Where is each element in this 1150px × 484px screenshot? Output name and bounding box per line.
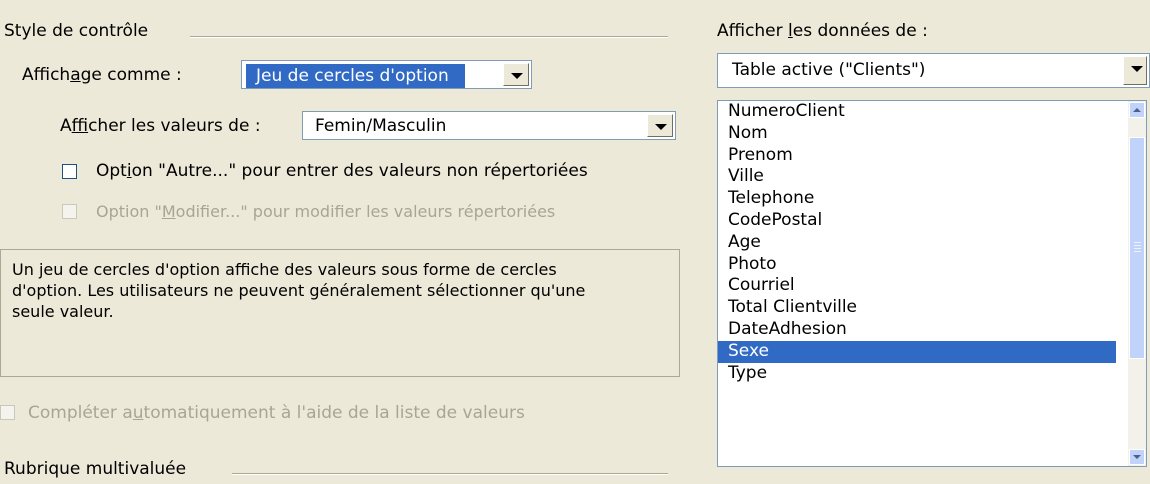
table-value: Table active ("Clients") — [732, 60, 926, 80]
list-item[interactable]: Prenom — [718, 145, 1116, 167]
list-item[interactable]: Total Clientville — [718, 297, 1116, 319]
list-item[interactable]: Ville — [718, 166, 1116, 188]
scroll-thumb[interactable] — [1129, 137, 1145, 359]
list-item[interactable]: Photo — [718, 254, 1116, 276]
show-values-value: Femin/Masculin — [315, 116, 447, 136]
group-separator — [190, 36, 668, 38]
vertical-scrollbar[interactable] — [1128, 101, 1146, 466]
description-box: Un jeu de cercles d'option affiche des v… — [0, 249, 680, 377]
fields-listbox[interactable]: NumeroClient Nom Prenom Ville Telephone CodeP… — [717, 100, 1147, 467]
option-modify-label: Option "Modifier..." pour modifier les v… — [96, 202, 556, 221]
control-style-group-label: Style de contrôle — [4, 21, 149, 41]
display-as-label: Affichage comme : — [22, 65, 182, 85]
data-source-label: Afficher les données de : — [717, 21, 928, 41]
list-item[interactable]: NumeroClient — [718, 101, 1116, 123]
option-other-label[interactable]: Option "Autre..." pour entrer des valeur… — [96, 160, 588, 182]
list-item[interactable]: Courriel — [718, 275, 1116, 297]
scroll-up-icon[interactable] — [1129, 102, 1145, 118]
list-item[interactable]: Telephone — [718, 188, 1116, 210]
list-item[interactable]: Type — [718, 363, 1116, 385]
multivalued-group-label: Rubrique multivaluée — [4, 459, 187, 479]
display-as-dropdown[interactable]: Jeu de cercles d'option — [241, 60, 532, 89]
list-item[interactable]: Sexe — [718, 340, 1116, 363]
list-item[interactable]: CodePostal — [718, 210, 1116, 232]
chevron-down-icon[interactable] — [647, 114, 673, 137]
description-text: Un jeu de cercles d'option affiche des v… — [12, 260, 586, 321]
show-values-label: Afficher les valeurs de : — [60, 116, 261, 136]
list-item[interactable]: Nom — [718, 123, 1116, 145]
field-list: NumeroClient Nom Prenom Ville Telephone CodeP… — [718, 101, 1146, 384]
scroll-down-icon[interactable] — [1129, 449, 1145, 465]
show-values-dropdown[interactable]: Femin/Masculin — [302, 111, 676, 140]
autocomplete-checkbox[interactable] — [0, 405, 15, 420]
chevron-down-icon[interactable] — [1123, 56, 1147, 85]
chevron-down-icon[interactable] — [503, 63, 529, 86]
group-separator — [232, 473, 668, 475]
table-dropdown[interactable]: Table active ("Clients") — [717, 53, 1150, 88]
autocomplete-label: Compléter automatiquement à l'aide de la… — [28, 403, 525, 423]
list-item[interactable]: DateAdhesion — [718, 319, 1116, 341]
list-item[interactable]: Age — [718, 232, 1116, 254]
option-other-checkbox[interactable] — [62, 164, 77, 179]
option-modify-checkbox[interactable] — [62, 204, 77, 219]
display-as-value: Jeu de cercles d'option — [246, 64, 465, 88]
